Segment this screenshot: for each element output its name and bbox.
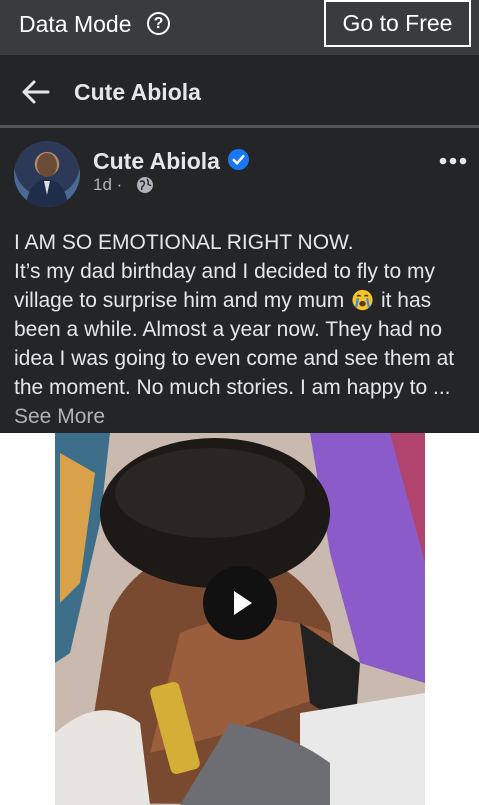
avatar[interactable] (14, 141, 80, 207)
help-icon[interactable]: ? (147, 12, 170, 35)
post-timestamp[interactable]: 1d (93, 175, 112, 194)
globe-icon (137, 177, 153, 193)
author-name[interactable]: Cute Abiola (93, 148, 220, 175)
post-card: Cute Abiola 1d · I AM SO EMOTIONAL RIGHT… (0, 128, 479, 805)
page-header: Cute Abiola (0, 57, 479, 125)
play-button[interactable] (203, 566, 277, 640)
arrow-left-icon[interactable] (18, 75, 52, 109)
post-meta: 1d · (93, 175, 122, 195)
more-icon[interactable] (438, 156, 468, 166)
page-title: Cute Abiola (74, 79, 201, 105)
crying-face-emoji-icon (352, 289, 373, 311)
verified-badge-icon (227, 148, 250, 171)
go-to-free-button[interactable]: Go to Free (324, 0, 471, 47)
data-mode-bar: Data Mode ? Go to Free (0, 0, 479, 55)
play-icon (204, 567, 276, 639)
meta-dot: · (116, 175, 123, 194)
post-text-line1: I AM SO EMOTIONAL RIGHT NOW. (14, 231, 354, 254)
data-mode-label: Data Mode (19, 11, 132, 37)
post-text: I AM SO EMOTIONAL RIGHT NOW. It’s my dad… (14, 228, 474, 431)
see-more-link[interactable]: See More (14, 405, 105, 428)
